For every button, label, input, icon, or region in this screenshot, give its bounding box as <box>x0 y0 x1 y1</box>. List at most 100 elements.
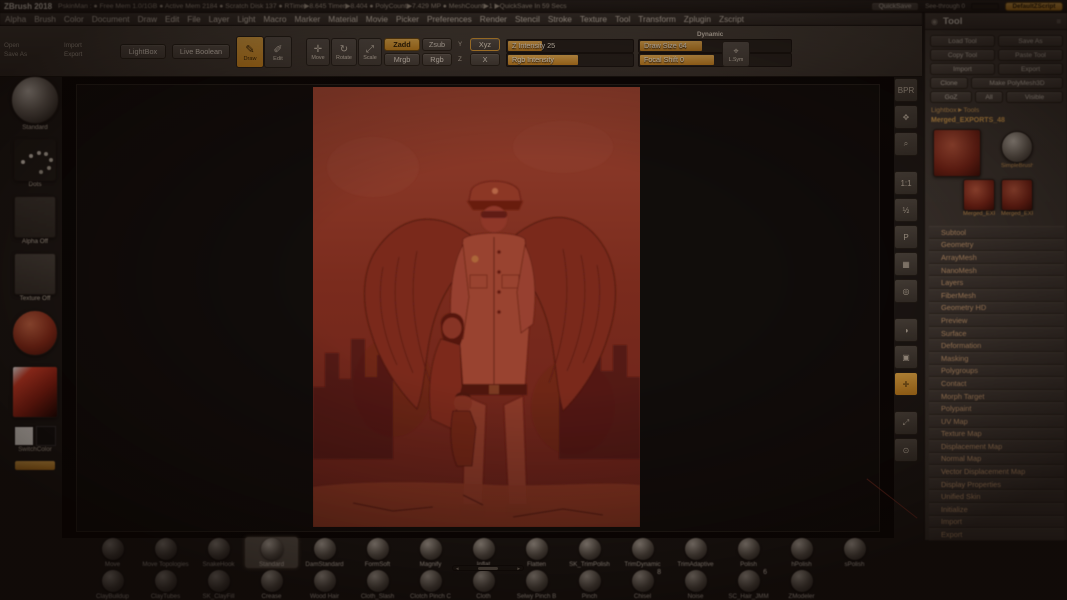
accent-swatch[interactable] <box>15 461 55 470</box>
menu-item[interactable]: Alpha <box>5 14 26 24</box>
scale-button[interactable]: ⤢ Scale <box>358 38 382 66</box>
menu-item[interactable]: Picker <box>396 14 419 24</box>
brush-item[interactable]: Crease <box>245 569 298 600</box>
subpalette-header[interactable]: Subtool <box>929 226 1064 239</box>
brush-item[interactable]: Pinch <box>563 569 616 600</box>
brush-item[interactable]: ClayTubes <box>139 569 192 600</box>
menu-item[interactable]: File <box>187 14 200 24</box>
rotate-button[interactable]: ↻ Rotate <box>331 38 357 66</box>
menu-item[interactable]: Render <box>480 14 507 24</box>
save-as-label[interactable]: Save As <box>4 51 27 58</box>
brush-item[interactable]: Move <box>86 537 139 568</box>
alpha-thumbnail[interactable] <box>14 196 56 238</box>
subpalette-header[interactable]: NanoMesh <box>929 264 1064 277</box>
menu-item[interactable]: Stroke <box>548 14 572 24</box>
brush-item[interactable]: SK_TrimPolish <box>563 537 616 568</box>
subpalette-header[interactable]: Initialize <box>929 503 1064 516</box>
save-as-tool-button[interactable]: Save As <box>998 35 1063 47</box>
brush-item[interactable]: hPolish <box>775 537 828 568</box>
draw-size-slider[interactable]: Draw Size 64 <box>638 39 792 53</box>
palette-menu-icon[interactable]: ≡ <box>1056 17 1061 26</box>
copy-tool-button[interactable]: Copy Tool <box>930 49 995 61</box>
subpalette-header[interactable]: Normal Map <box>929 453 1064 466</box>
brush-item[interactable]: Wood Hair <box>298 569 351 600</box>
brush-item[interactable]: sPolish <box>828 537 881 568</box>
brush-item[interactable]: FormSoft <box>351 537 404 568</box>
brush-item[interactable]: SnakeHook <box>192 537 245 568</box>
zsub-button[interactable]: Zsub <box>422 38 452 51</box>
subpalette-header[interactable]: Import <box>929 516 1064 529</box>
texture-thumbnail[interactable] <box>14 253 56 295</box>
x-axis-button[interactable]: X <box>470 53 500 66</box>
right-shelf-icon[interactable]: ⌕ <box>894 132 918 156</box>
brush-item[interactable]: Clotch Pinch C <box>404 569 457 600</box>
right-shelf-icon[interactable]: ½ <box>894 198 918 222</box>
menu-item[interactable]: Document <box>92 14 130 24</box>
current-tool-thumbnail[interactable] <box>933 129 981 177</box>
subpalette-header[interactable]: Displacement Map <box>929 440 1064 453</box>
right-shelf-icon[interactable]: ⤢ <box>894 411 918 435</box>
subpalette-header[interactable]: Polygroups <box>929 365 1064 378</box>
subpalette-header[interactable]: Contact <box>929 377 1064 390</box>
brush-row-scrollbar[interactable]: ◄ ► <box>452 565 524 571</box>
menu-item[interactable]: Texture <box>580 14 607 24</box>
menu-item[interactable]: Tool <box>615 14 630 24</box>
z-intensity-slider[interactable]: Z Intensity 25 <box>506 39 634 53</box>
z-axis-label[interactable]: Z <box>458 56 462 63</box>
right-shelf-icon[interactable]: BPR <box>894 78 918 102</box>
paste-tool-button[interactable]: Paste Tool <box>998 49 1063 61</box>
brush-item[interactable]: Move Topologies <box>139 537 192 568</box>
brush-item[interactable]: SC_Hair_JMM 6 <box>722 569 775 600</box>
brush-item[interactable]: ZModeler <box>775 569 828 600</box>
subpalette-header[interactable]: Surface <box>929 327 1064 340</box>
load-tool-button[interactable]: Load Tool <box>930 35 995 47</box>
export-tool-button[interactable]: Export <box>998 63 1063 75</box>
lsym-button[interactable]: ⌖ L.Sym <box>722 41 750 67</box>
right-shelf-icon[interactable]: P <box>894 225 918 249</box>
live-boolean-button[interactable]: Live Boolean <box>172 44 230 59</box>
menu-item[interactable]: Preferences <box>427 14 472 24</box>
right-shelf-icon[interactable]: 1:1 <box>894 171 918 195</box>
menu-item[interactable]: Movie <box>366 14 388 24</box>
clone-button[interactable]: Clone <box>930 77 968 89</box>
subpalette-header[interactable]: Polypaint <box>929 402 1064 415</box>
import-label[interactable]: Import <box>64 42 82 49</box>
brush-item[interactable]: Magnify <box>404 537 457 568</box>
menu-item[interactable]: Material <box>328 14 358 24</box>
right-shelf-icon[interactable]: ✛ <box>894 372 918 396</box>
import-tool-button[interactable]: Import <box>930 63 995 75</box>
open-label[interactable]: Open <box>4 42 19 49</box>
subpalette-header[interactable]: Geometry <box>929 239 1064 252</box>
right-shelf-icon[interactable]: ▣ <box>894 345 918 369</box>
brush-item[interactable]: Inflat <box>457 537 510 568</box>
menu-item[interactable]: Layer <box>209 14 230 24</box>
rgb-intensity-slider[interactable]: Rgb Intensity <box>506 53 634 67</box>
menu-item[interactable]: Zplugin <box>684 14 711 24</box>
zscript-button[interactable]: DefaultZScript <box>1005 2 1063 11</box>
zadd-button[interactable]: Zadd <box>384 38 420 51</box>
draw-mode-button[interactable]: ✎ Draw <box>236 36 264 68</box>
goz-all-button[interactable]: All <box>975 91 1003 103</box>
brush-item[interactable]: Flatten <box>510 537 563 568</box>
quicksave-button[interactable]: QuickSave <box>871 2 919 11</box>
brush-item[interactable]: Noise <box>669 569 722 600</box>
sculpture-artwork[interactable] <box>313 87 640 527</box>
material-thumbnail[interactable] <box>12 310 58 356</box>
menu-item[interactable]: Stencil <box>515 14 540 24</box>
menu-item[interactable]: Light <box>237 14 255 24</box>
subpalette-header[interactable]: FiberMesh <box>929 289 1064 302</box>
subpalette-header[interactable]: Morph Target <box>929 390 1064 403</box>
rgb-button[interactable]: Rgb <box>422 53 452 66</box>
current-brush-thumbnail[interactable] <box>11 76 59 124</box>
focal-shift-slider[interactable]: Focal Shift 0 <box>638 53 792 67</box>
recent-tool-2[interactable]: Merged_EXPOR <box>963 179 995 217</box>
subpalette-header[interactable]: Layers <box>929 276 1064 289</box>
tool-palette-header[interactable]: ◉ Tool ≡ <box>925 13 1067 30</box>
brush-item[interactable]: TrimAdaptive <box>669 537 722 568</box>
subpalette-header[interactable]: Unified Skin <box>929 490 1064 503</box>
brush-item[interactable]: Cloth <box>457 569 510 600</box>
color-picker[interactable] <box>12 366 58 418</box>
brush-item[interactable]: SK_ClayFill <box>192 569 245 600</box>
lightbox-tools-link[interactable]: Lightbox►Tools <box>931 107 979 114</box>
subpalette-header[interactable]: UV Map <box>929 415 1064 428</box>
